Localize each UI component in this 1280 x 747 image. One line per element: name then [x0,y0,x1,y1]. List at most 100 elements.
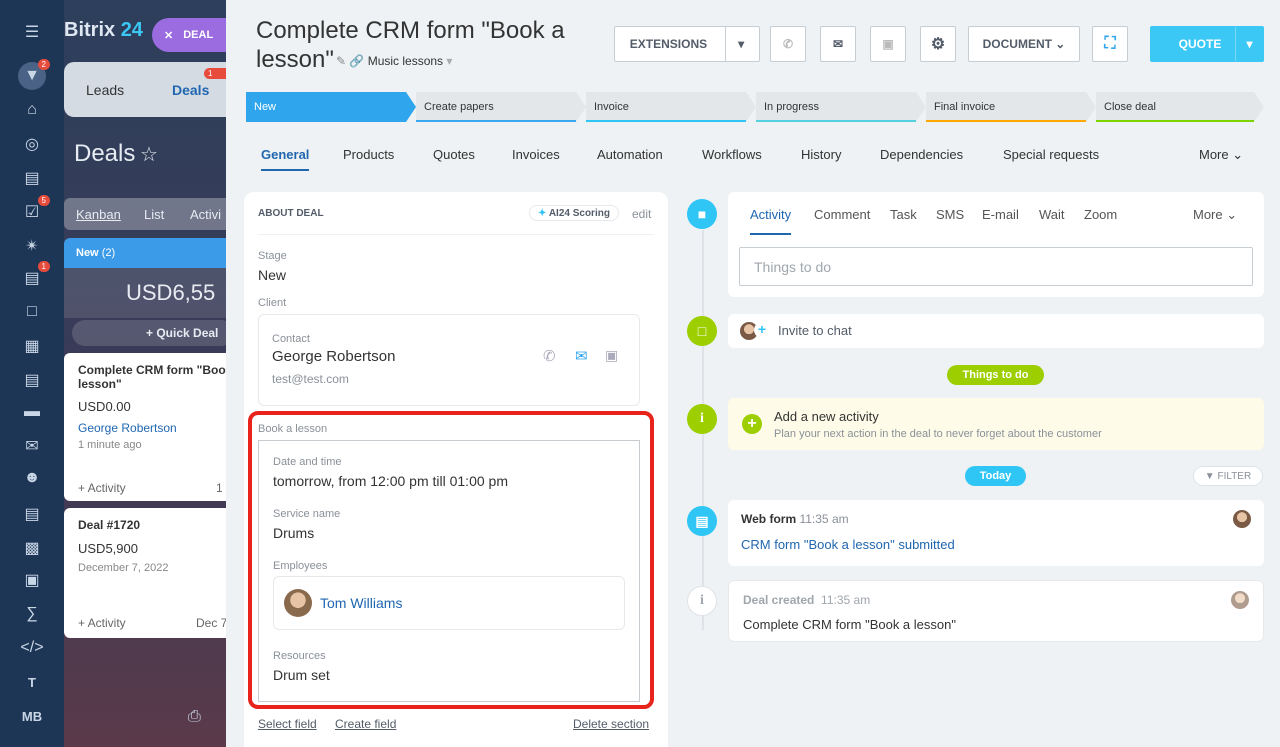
quote-button[interactable]: QUOTE ▾ [1150,26,1264,62]
chat-button[interactable]: ▣ [870,26,906,62]
view-list[interactable]: List [144,207,164,222]
calendar-icon[interactable]: ▦ [18,332,46,360]
tab-history[interactable]: History [801,147,841,162]
stage-create-papers[interactable]: Create papers [416,92,586,122]
robot-icon[interactable]: ▩ [18,534,46,562]
tab-zoom[interactable]: Zoom [1084,207,1117,222]
tab-more[interactable]: More ⌄ [1193,207,1237,223]
view-switcher: Kanban List Activi [64,198,234,230]
info-icon: i [687,404,717,434]
contact-box: Contact George Robertson test@test.com ✆… [258,314,640,406]
employee-entry[interactable]: Tom Williams [273,576,625,630]
network-icon[interactable]: ✴ [18,232,46,260]
select-field-link[interactable]: Select field [258,717,317,731]
deal-card[interactable]: Complete CRM form "Boo lesson" USD0.00 G… [64,353,234,501]
view-kanban[interactable]: Kanban [76,207,121,222]
deal-card-contact[interactable]: George Robertson [78,421,177,435]
today-pill: Today [965,466,1026,486]
tab-more[interactable]: More ⌄ [1199,147,1243,163]
tab-deals[interactable]: Deals [172,82,209,98]
deal-close-pill[interactable]: ✕ DEAL [152,18,234,52]
invite-to-chat[interactable]: + Invite to chat [728,314,1264,348]
pencil-icon[interactable]: ✎ [336,54,346,68]
webform-time: 11:35 am [799,512,849,526]
employee-name[interactable]: Tom Williams [320,595,402,611]
contact-email[interactable]: test@test.com [272,372,349,386]
stage-close-deal[interactable]: Close deal [1096,92,1264,122]
mail-icon[interactable]: ✉ [18,432,46,460]
chevron-down-icon: ⌄ [1232,147,1244,162]
create-field-link[interactable]: Create field [335,717,396,731]
contact-name[interactable]: George Robertson [272,348,395,365]
datetime-label: Date and time [273,456,342,468]
tab-automation[interactable]: Automation [597,147,663,162]
tab-invoices[interactable]: Invoices [512,147,560,162]
tab-wait[interactable]: Wait [1039,207,1065,222]
tab-workflows[interactable]: Workflows [702,147,762,162]
filter-button[interactable]: ▼ FILTER [1193,466,1263,486]
scan-button[interactable]: ⛶ [1092,26,1128,62]
stage-new[interactable]: New [246,92,416,122]
users-icon[interactable]: ☻ [18,464,46,492]
deal-card[interactable]: Deal #1720 USD5,900 December 7, 2022 + A… [64,508,234,638]
phone-button[interactable]: ✆ [770,26,806,62]
ai-icon: ✦ [538,208,547,219]
chat-icon[interactable]: □ [18,298,46,326]
contact-card-icon[interactable]: ▤ [18,500,46,528]
chat-badge: 1 [37,261,50,272]
drive-icon[interactable]: ▬ [18,398,46,426]
profile-mb[interactable]: MB [18,702,46,730]
tab-special-requests[interactable]: Special requests [1003,147,1099,162]
category-selector[interactable]: ✎ 🔗 Music lessons ▾ [336,54,452,68]
tab-leads[interactable]: Leads [86,82,124,98]
ai-scoring-badge[interactable]: ✦ AI24 Scoring [529,205,619,221]
tab-dependencies[interactable]: Dependencies [880,147,963,162]
resources-value: Drum set [273,667,330,683]
book-section-title: Book a lesson [258,423,328,435]
tab-products[interactable]: Products [343,147,394,162]
settings-button[interactable]: ⚙ [920,26,956,62]
printer-icon[interactable]: ⎙ [188,708,201,726]
document-icon[interactable]: ▤ [18,366,46,394]
stage-invoice[interactable]: Invoice [586,92,756,122]
tab-task[interactable]: Task [890,207,917,222]
calendar-list-icon[interactable]: ▤ 1 [18,261,50,292]
stage-final-invoice[interactable]: Final invoice [926,92,1096,122]
extensions-button[interactable]: EXTENSIONS ▾ [614,26,760,62]
market-icon[interactable]: ∑ [18,600,46,628]
delete-section-link[interactable]: Delete section [573,717,649,731]
menu-icon[interactable]: ☰ [18,18,46,46]
link-icon[interactable]: 🔗 [349,54,364,68]
envelope-icon[interactable]: ✉ [575,347,588,365]
tab-quotes[interactable]: Quotes [433,147,475,162]
tab-activity[interactable]: Activity [750,207,792,235]
profile-t[interactable]: T [18,668,46,696]
tasks-icon[interactable]: ☑ 5 [18,195,50,226]
code-icon[interactable]: </> [18,634,46,662]
edit-link[interactable]: edit [632,207,651,221]
view-activities[interactable]: Activi [190,207,221,222]
phone-icon[interactable]: ✆ [543,347,556,365]
email-button[interactable]: ✉ [820,26,856,62]
building-icon[interactable]: ⌂ [18,96,46,124]
tab-email[interactable]: E-mail [982,207,1019,222]
document-button[interactable]: DOCUMENT ⌄ [968,26,1080,62]
box-icon[interactable]: ▣ [18,566,46,594]
filter-icon[interactable]: ▼ 2 [18,59,50,90]
stage-in-progress[interactable]: In progress [756,92,926,122]
tab-sms[interactable]: SMS [936,207,964,222]
chat-icon[interactable]: ▣ [605,347,618,364]
deal-card-activity[interactable]: + Activity [78,481,126,495]
tab-comment[interactable]: Comment [814,207,870,222]
webform-link[interactable]: CRM form "Book a lesson" submitted [741,537,955,552]
lead-deal-tabs: Leads Deals 1 [64,62,234,117]
star-icon[interactable]: ☆ [140,142,158,167]
cart-icon[interactable]: ▤ [18,164,46,192]
things-to-do-input[interactable]: Things to do [739,247,1253,286]
quick-deal-button[interactable]: + Quick Deal [72,320,234,346]
tab-general[interactable]: General [261,147,310,171]
deal-card-activity[interactable]: + Activity [78,616,126,630]
target-icon[interactable]: ◎ [18,130,46,158]
chat-icon: ▣ [882,37,894,51]
add-new-activity[interactable]: + Add a new activity Plan your next acti… [728,398,1264,450]
